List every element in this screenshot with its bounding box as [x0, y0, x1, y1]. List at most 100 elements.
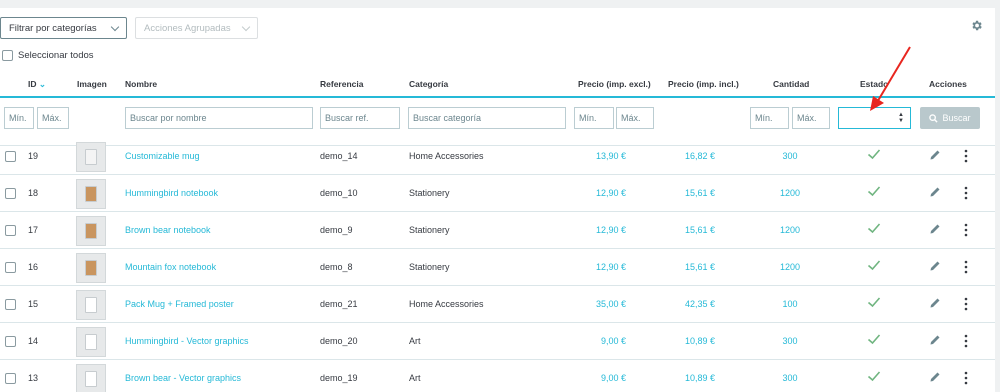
- chevron-down-icon: [241, 22, 251, 32]
- product-price-excl[interactable]: 13,90 €: [574, 151, 626, 161]
- product-price-excl[interactable]: 12,90 €: [574, 188, 626, 198]
- product-price-excl[interactable]: 35,00 €: [574, 299, 626, 309]
- check-icon[interactable]: [866, 331, 882, 347]
- product-price-incl[interactable]: 10,89 €: [660, 336, 715, 346]
- product-name-link[interactable]: Customizable mug: [125, 151, 200, 161]
- search-button[interactable]: Buscar: [920, 107, 980, 129]
- product-price-excl[interactable]: 9,00 €: [574, 336, 626, 346]
- product-price-incl[interactable]: 10,89 €: [660, 373, 715, 383]
- pencil-icon[interactable]: [929, 297, 941, 309]
- price-min-input[interactable]: Mín.: [574, 107, 614, 129]
- more-vertical-icon[interactable]: [962, 260, 970, 274]
- product-name-link[interactable]: Pack Mug + Framed poster: [125, 299, 234, 309]
- check-icon[interactable]: [866, 368, 882, 384]
- product-price-incl[interactable]: 42,35 €: [660, 299, 715, 309]
- column-header-reference[interactable]: Referencia: [320, 79, 363, 89]
- product-thumbnail[interactable]: [76, 253, 106, 283]
- product-price-excl[interactable]: 9,00 €: [574, 373, 626, 383]
- product-thumbnail[interactable]: [76, 179, 106, 209]
- row-checkbox[interactable]: [5, 151, 16, 162]
- check-icon[interactable]: [866, 257, 882, 273]
- product-thumbnail[interactable]: [76, 216, 106, 246]
- product-name-link[interactable]: Hummingbird notebook: [125, 188, 218, 198]
- pencil-icon[interactable]: [929, 260, 941, 272]
- column-header-status[interactable]: Estado: [860, 79, 888, 89]
- product-name-link[interactable]: Brown bear notebook: [125, 225, 211, 235]
- pencil-icon[interactable]: [929, 223, 941, 235]
- pencil-icon[interactable]: [929, 334, 941, 346]
- column-header-id[interactable]: ID ⌄: [28, 79, 46, 90]
- product-thumbnail[interactable]: [76, 290, 106, 320]
- pencil-icon[interactable]: [929, 149, 941, 161]
- product-category: Home Accessories: [409, 299, 484, 309]
- quantity-max-input[interactable]: Máx.: [792, 107, 830, 129]
- column-header-name[interactable]: Nombre: [125, 79, 157, 89]
- search-button-label: Buscar: [942, 113, 971, 123]
- id-max-input[interactable]: Máx.: [37, 107, 69, 129]
- reference-search-input[interactable]: Buscar ref.: [320, 107, 400, 129]
- bulk-actions-label: Acciones Agrupadas: [144, 22, 231, 34]
- check-icon[interactable]: [866, 220, 882, 236]
- product-thumbnail-art: [85, 223, 97, 239]
- table-row: 15 Pack Mug + Framed poster demo_21 Home…: [0, 286, 995, 323]
- product-price-incl[interactable]: 15,61 €: [660, 225, 715, 235]
- more-vertical-icon[interactable]: [962, 223, 970, 237]
- row-checkbox[interactable]: [5, 373, 16, 384]
- row-checkbox[interactable]: [5, 336, 16, 347]
- product-price-excl[interactable]: 12,90 €: [574, 262, 626, 272]
- check-icon[interactable]: [866, 146, 882, 162]
- bulk-actions-button[interactable]: Acciones Agrupadas: [135, 17, 258, 39]
- pencil-icon[interactable]: [929, 186, 941, 198]
- price-max-input[interactable]: Máx.: [616, 107, 654, 129]
- more-vertical-icon[interactable]: [962, 297, 970, 311]
- product-name-link[interactable]: Brown bear - Vector graphics: [125, 373, 241, 383]
- more-vertical-icon[interactable]: [962, 149, 970, 163]
- quantity-min-input[interactable]: Mín.: [750, 107, 789, 129]
- product-quantity[interactable]: 1200: [770, 262, 810, 272]
- product-price-incl[interactable]: 16,82 €: [660, 151, 715, 161]
- product-reference: demo_10: [320, 188, 358, 198]
- filter-by-category-button[interactable]: Filtrar por categorías: [0, 17, 127, 39]
- category-search-input[interactable]: Buscar categoría: [408, 107, 566, 129]
- column-header-price-excl[interactable]: Precio (imp. excl.): [578, 79, 651, 89]
- more-vertical-icon[interactable]: [962, 186, 970, 200]
- product-category: Art: [409, 336, 421, 346]
- product-name-link[interactable]: Hummingbird - Vector graphics: [125, 336, 249, 346]
- status-select[interactable]: ▲ ▼: [838, 107, 911, 129]
- row-checkbox[interactable]: [5, 225, 16, 236]
- product-price-excl[interactable]: 12,90 €: [574, 225, 626, 235]
- product-price-incl[interactable]: 15,61 €: [660, 188, 715, 198]
- gear-icon[interactable]: [970, 19, 983, 32]
- product-name-link[interactable]: Mountain fox notebook: [125, 262, 216, 272]
- product-category: Stationery: [409, 262, 450, 272]
- more-vertical-icon[interactable]: [962, 371, 970, 385]
- check-icon[interactable]: [866, 294, 882, 310]
- select-all-checkbox[interactable]: [2, 50, 13, 61]
- product-quantity[interactable]: 1200: [770, 225, 810, 235]
- name-search-input[interactable]: Buscar por nombre: [125, 107, 313, 129]
- row-checkbox[interactable]: [5, 299, 16, 310]
- product-price-incl[interactable]: 15,61 €: [660, 262, 715, 272]
- product-quantity[interactable]: 300: [770, 336, 810, 346]
- product-quantity[interactable]: 100: [770, 299, 810, 309]
- select-all[interactable]: Seleccionar todos: [2, 50, 94, 61]
- product-quantity[interactable]: 300: [770, 151, 810, 161]
- check-icon[interactable]: [866, 183, 882, 199]
- pencil-icon[interactable]: [929, 371, 941, 383]
- column-header-quantity[interactable]: Cantidad: [773, 79, 809, 89]
- product-thumbnail[interactable]: [76, 327, 106, 357]
- row-checkbox[interactable]: [5, 188, 16, 199]
- column-header-price-incl[interactable]: Precio (imp. incl.): [668, 79, 739, 89]
- product-quantity[interactable]: 300: [770, 373, 810, 383]
- product-thumbnail[interactable]: [76, 142, 106, 172]
- id-min-input[interactable]: Mín.: [4, 107, 34, 129]
- product-reference: demo_21: [320, 299, 358, 309]
- product-reference: demo_19: [320, 373, 358, 383]
- product-thumbnail[interactable]: [76, 364, 106, 392]
- product-quantity[interactable]: 1200: [770, 188, 810, 198]
- product-reference: demo_14: [320, 151, 358, 161]
- product-reference: demo_9: [320, 225, 353, 235]
- column-header-category[interactable]: Categoría: [409, 79, 448, 89]
- more-vertical-icon[interactable]: [962, 334, 970, 348]
- row-checkbox[interactable]: [5, 262, 16, 273]
